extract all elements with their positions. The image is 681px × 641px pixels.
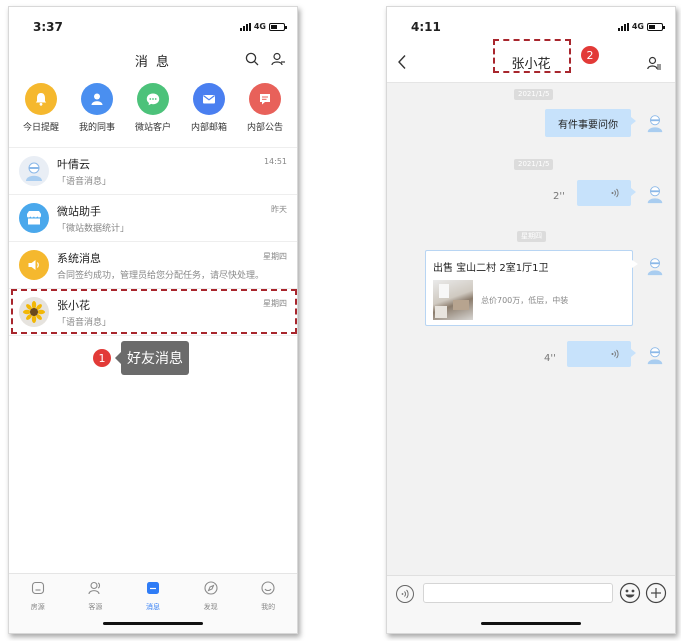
- listing-photo: [433, 280, 473, 320]
- smile-icon: [260, 580, 276, 600]
- person-icon: [81, 83, 113, 115]
- voice-wave-icon: [611, 188, 619, 201]
- bell-icon: [25, 83, 57, 115]
- timestamp: 2021/1/5: [514, 159, 554, 170]
- message-input[interactable]: [423, 583, 613, 603]
- compass-icon: [203, 580, 219, 600]
- my-avatar: [645, 345, 665, 365]
- step-marker-2: 2: [581, 46, 599, 64]
- chat-icon: [137, 83, 169, 115]
- status-time: 4:11: [411, 20, 441, 34]
- chat-input-bar: [387, 575, 675, 633]
- quick-action-customers[interactable]: 微站客户: [126, 83, 180, 133]
- voice-duration: 4'': [544, 353, 556, 364]
- my-avatar: [645, 113, 665, 133]
- quick-actions: 今日提醒 我的同事 微站客户 内部邮箱 内部公告: [9, 83, 297, 133]
- tab-listings[interactable]: 房源: [18, 580, 58, 612]
- callout-tooltip: 好友消息: [115, 341, 189, 375]
- home-indicator: [103, 622, 203, 625]
- message-list-screen: 3:37 4G 消 息 今日提醒 我的同事 微站客户 内部邮箱 内部公告 叶倩云…: [8, 6, 298, 634]
- text-message-bubble[interactable]: 有件事要问你: [545, 109, 636, 137]
- quick-action-colleagues[interactable]: 我的同事: [70, 83, 124, 133]
- my-avatar: [645, 256, 665, 276]
- battery-icon: [269, 22, 287, 31]
- people-icon: [87, 580, 103, 600]
- highlight-friend-message: [11, 289, 297, 334]
- tab-messages[interactable]: 消息: [133, 580, 173, 612]
- listing-summary: 总价700万，低层，中装: [481, 296, 569, 305]
- signal-icon: [617, 22, 629, 31]
- voice-duration: 2'': [553, 191, 565, 202]
- tab-clients[interactable]: 客源: [75, 580, 115, 612]
- listing-card[interactable]: 出售 宝山二村 2室1厅1卫 总价700万，低层，中装: [425, 250, 638, 326]
- tab-discover[interactable]: 发现: [191, 580, 231, 612]
- message-row-system[interactable]: 系统消息 合同签约成功，管理员给您分配任务，请尽快处理。 星期四: [9, 242, 297, 289]
- plus-icon[interactable]: [645, 582, 667, 608]
- voice-input-icon[interactable]: [395, 584, 415, 608]
- quick-action-notices[interactable]: 内部公告: [238, 83, 292, 133]
- listing-title: 出售 宝山二村 2室1厅1卫: [433, 263, 549, 274]
- voice-message-bubble[interactable]: [577, 180, 636, 206]
- quick-action-reminder[interactable]: 今日提醒: [14, 83, 68, 133]
- battery-icon: [647, 22, 665, 31]
- emoji-icon[interactable]: [619, 582, 641, 608]
- network-label: 4G: [631, 22, 644, 31]
- house-icon: [30, 580, 46, 600]
- add-contact-icon[interactable]: [271, 51, 285, 70]
- speaker-icon: [19, 250, 49, 280]
- status-bar: 3:37 4G: [9, 7, 297, 43]
- store-icon: [19, 203, 49, 233]
- network-label: 4G: [253, 22, 266, 31]
- voice-wave-icon: [611, 349, 619, 362]
- timestamp: 星期四: [517, 231, 546, 242]
- message-row-assistant[interactable]: 微站助手 「微站数据统计」 昨天: [9, 195, 297, 242]
- search-icon[interactable]: [245, 51, 259, 70]
- highlight-chat-title: [493, 39, 571, 73]
- message-row-yeqianyun[interactable]: 叶倩云 「语音消息」 14:51: [9, 148, 297, 195]
- home-indicator: [481, 622, 581, 625]
- bottom-tab-bar: 房源 客源 消息 发现 我的: [9, 573, 297, 633]
- timestamp: 2021/1/5: [514, 89, 554, 100]
- status-bar: 4:11 4G: [387, 7, 675, 43]
- tab-me[interactable]: 我的: [248, 580, 288, 612]
- avatar: [19, 156, 49, 186]
- my-avatar: [645, 184, 665, 204]
- status-time: 3:37: [33, 20, 63, 34]
- step-marker-1: 1: [93, 349, 111, 367]
- signal-icon: [239, 22, 251, 31]
- contact-info-icon[interactable]: [647, 55, 661, 74]
- notice-icon: [249, 83, 281, 115]
- quick-action-mailbox[interactable]: 内部邮箱: [182, 83, 236, 133]
- chat-screen: 4:11 4G 张小花 2 2021/1/5 有件事要问你 2021/1/5 2…: [386, 6, 676, 634]
- message-icon: [145, 580, 161, 600]
- mail-icon: [193, 83, 225, 115]
- voice-message-bubble[interactable]: [567, 341, 636, 367]
